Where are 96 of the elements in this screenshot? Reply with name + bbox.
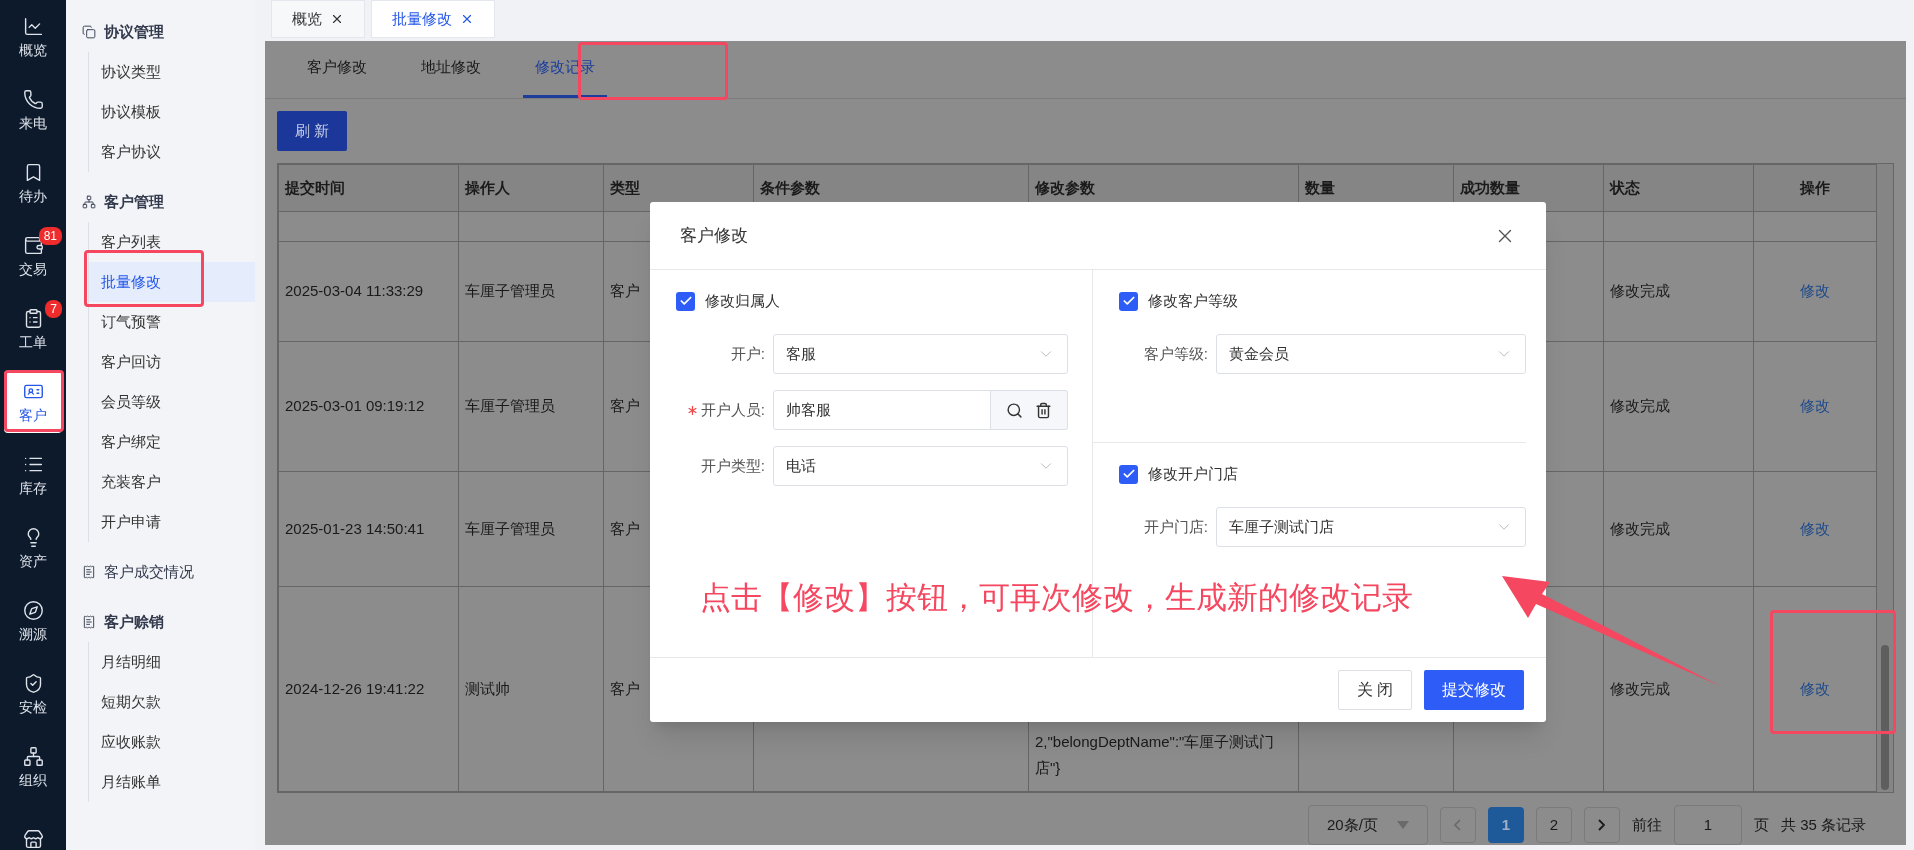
submenu-item[interactable]: 协议类型 — [89, 52, 255, 92]
select-field[interactable]: 黄金会员 — [1216, 334, 1526, 374]
goto-label: 前往 — [1631, 814, 1662, 835]
total-records: 共 35 条记录 — [1780, 814, 1866, 835]
phone-icon — [22, 89, 44, 110]
close-button[interactable]: 关 闭 — [1337, 670, 1412, 710]
submenu-item[interactable]: 批量修改 — [89, 262, 255, 302]
trash-icon[interactable] — [1035, 401, 1052, 419]
submenu-item[interactable]: 客户列表 — [89, 222, 255, 262]
nav-rail-item[interactable]: 组织 — [4, 735, 62, 798]
select-field[interactable]: 车厘子测试门店 — [1216, 507, 1526, 547]
table-cell: 车厘子管理员 — [458, 241, 604, 342]
highlight-frame — [4, 370, 64, 432]
submenu-item[interactable]: 充装客户 — [89, 462, 255, 502]
checkbox-label[interactable]: 修改客户等级 — [1148, 289, 1238, 313]
wallet-icon — [22, 235, 44, 256]
submenu-item[interactable]: 会员等级 — [89, 382, 255, 422]
column-header: 操作 — [1753, 164, 1877, 212]
chevron-left-icon — [1454, 819, 1462, 831]
close-icon[interactable] — [460, 12, 474, 26]
table-cell: 修改完成 — [1603, 341, 1754, 472]
copy-icon — [82, 25, 96, 39]
receipt-icon — [82, 565, 96, 579]
submenu-item[interactable]: 客户绑定 — [89, 422, 255, 462]
column-header: 状态 — [1603, 164, 1754, 212]
table-cell: 2025-03-04 11:33:29 — [278, 241, 459, 342]
page-size-select[interactable]: 20条/页 — [1307, 805, 1428, 845]
page-tab[interactable]: 批量修改 — [371, 0, 495, 38]
nav-rail-item[interactable]: 溯源 — [4, 589, 62, 652]
nav-rail-item[interactable]: 交易 81 — [4, 224, 62, 287]
nav-rail-item[interactable]: 资产 — [4, 516, 62, 579]
section-tab[interactable]: 客户修改 — [295, 40, 379, 98]
column-header: 操作人 — [458, 164, 604, 212]
compass-icon — [22, 600, 44, 621]
chart-icon — [22, 16, 44, 37]
nav-rail-item[interactable]: 待办 — [4, 151, 62, 214]
select-field[interactable]: 电话 — [773, 446, 1068, 486]
submenu-item[interactable]: 月结明细 — [89, 642, 255, 682]
table-cell: 修改完成 — [1603, 471, 1754, 587]
submenu-item[interactable]: 应收账款 — [89, 722, 255, 762]
table-cell: 车厘子管理员 — [458, 341, 604, 472]
table-cell: 车厘子管理员 — [458, 471, 604, 587]
table-cell: 2025-01-23 14:50:41 — [278, 471, 459, 587]
check-icon — [678, 294, 693, 308]
page-tab[interactable]: 概览 — [271, 0, 365, 38]
submit-button[interactable]: 提交修改 — [1424, 670, 1524, 710]
receipt-icon — [82, 615, 96, 629]
checkbox[interactable] — [1119, 464, 1138, 484]
nav-rail-item[interactable]: 来电 — [4, 78, 62, 141]
chevron-right-icon — [1598, 819, 1606, 831]
checkbox-label[interactable]: 修改开户门店 — [1148, 462, 1238, 486]
section-tab[interactable]: 地址修改 — [409, 40, 493, 98]
submenu-item[interactable]: 客户协议 — [89, 132, 255, 172]
refresh-button[interactable]: 刷 新 — [277, 111, 348, 151]
network-icon — [22, 746, 44, 767]
checkbox[interactable] — [1119, 291, 1138, 311]
table-cell: 2,"belongDeptName":"车厘子测试门店"} — [1035, 733, 1275, 776]
submenu-item[interactable]: 客户回访 — [89, 342, 255, 382]
close-icon[interactable] — [330, 12, 344, 26]
submenu-item[interactable]: 开户申请 — [89, 502, 255, 542]
nav-rail-item[interactable]: 概览 — [4, 5, 62, 68]
nav-rail-item[interactable]: 安检 — [4, 662, 62, 725]
input-field[interactable]: 帅客服 — [773, 390, 991, 430]
network-icon — [82, 195, 96, 209]
submenu-item[interactable]: 订气预警 — [89, 302, 255, 342]
menu-group-header[interactable]: 客户赊销 — [66, 602, 255, 642]
next-page-button[interactable] — [1583, 807, 1620, 843]
field-label: 开户门店: — [1143, 516, 1208, 537]
table-cell: 修改完成 — [1603, 241, 1754, 342]
table-cell: 2024-12-26 19:41:22 — [278, 586, 459, 792]
count-badge: 7 — [45, 299, 62, 318]
nav-rail-item[interactable]: 库存 — [4, 443, 62, 506]
table-cell: 2025-03-01 09:19:12 — [278, 341, 459, 472]
check-icon — [1121, 294, 1136, 308]
menu-group-header[interactable]: 客户成交情况 — [66, 552, 255, 592]
checkbox[interactable] — [676, 291, 695, 311]
scrollbar-thumb[interactable] — [1881, 645, 1889, 790]
submenu-item[interactable]: 协议模板 — [89, 92, 255, 132]
submenu-item[interactable]: 短期欠款 — [89, 682, 255, 722]
check-icon — [1121, 467, 1136, 481]
column-header: 提交时间 — [278, 164, 459, 212]
page-button[interactable]: 2 — [1535, 807, 1572, 843]
nav-rail-item[interactable]: 工单 7 — [4, 297, 62, 360]
store-icon — [22, 829, 44, 850]
count-badge: 81 — [38, 226, 62, 245]
submenu-item[interactable]: 月结账单 — [89, 762, 255, 802]
select-field[interactable]: 客服 — [773, 334, 1068, 374]
page-number-field[interactable]: 1 — [1673, 805, 1742, 845]
table-cell: 测试帅 — [458, 586, 604, 792]
caret-icon — [1396, 821, 1409, 829]
scrollbar-track[interactable] — [1877, 164, 1893, 792]
menu-group-header[interactable]: 客户管理 — [66, 182, 255, 222]
field-label: 客户等级: — [1143, 343, 1208, 364]
search-icon[interactable] — [1006, 401, 1023, 419]
page-unit-label: 页 — [1753, 814, 1769, 835]
menu-group-header[interactable]: 协议管理 — [66, 12, 255, 52]
